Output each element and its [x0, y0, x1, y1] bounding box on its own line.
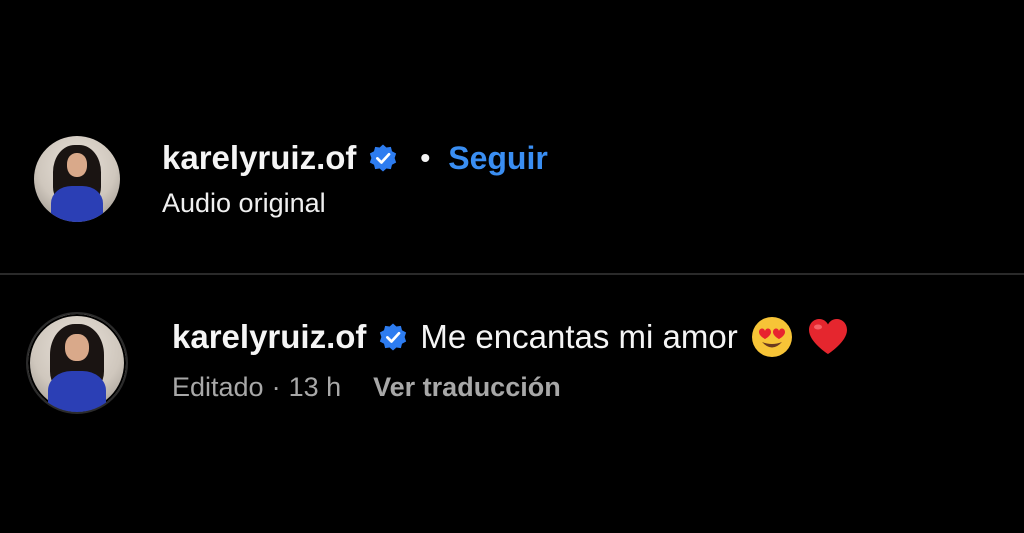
- follow-button[interactable]: Seguir: [448, 140, 548, 177]
- comment-item: karelyruiz.of Me encantas mi amor Editad…: [26, 312, 1024, 422]
- avatar-face: [65, 333, 89, 362]
- post-header: karelyruiz.of • Seguir Audio original: [34, 136, 1024, 226]
- verified-badge-icon: [370, 144, 397, 172]
- comment-content-row: karelyruiz.of Me encantas mi amor: [172, 312, 850, 362]
- comment-username[interactable]: karelyruiz.of: [172, 318, 366, 356]
- meta-separator: ·: [271, 372, 281, 402]
- heart-eyes-emoji-icon: [751, 317, 792, 357]
- avatar-face: [66, 153, 88, 178]
- section-divider: [0, 273, 1024, 275]
- verified-badge-icon: [380, 323, 407, 351]
- avatar-dress: [51, 185, 103, 222]
- red-heart-emoji-icon: [808, 319, 847, 354]
- edited-label: Editado: [172, 372, 264, 402]
- post-header-text: karelyruiz.of • Seguir Audio original: [162, 136, 548, 219]
- comment-meta: Editado · 13 h Ver traducción: [172, 372, 850, 403]
- comment-timestamp: 13 h: [288, 372, 342, 402]
- comment-text: Me encantas mi amor: [420, 318, 738, 355]
- separator-dot: •: [420, 142, 431, 173]
- post-author-avatar[interactable]: [34, 136, 120, 222]
- post-username[interactable]: karelyruiz.of: [162, 139, 356, 177]
- see-translation-button[interactable]: Ver traducción: [373, 372, 561, 403]
- comment-body: karelyruiz.of Me encantas mi amor Editad…: [172, 312, 850, 403]
- comment-author-avatar[interactable]: [26, 312, 128, 414]
- post-name-row: karelyruiz.of • Seguir: [162, 136, 548, 180]
- audio-label[interactable]: Audio original: [162, 188, 548, 219]
- avatar-dress: [47, 370, 107, 412]
